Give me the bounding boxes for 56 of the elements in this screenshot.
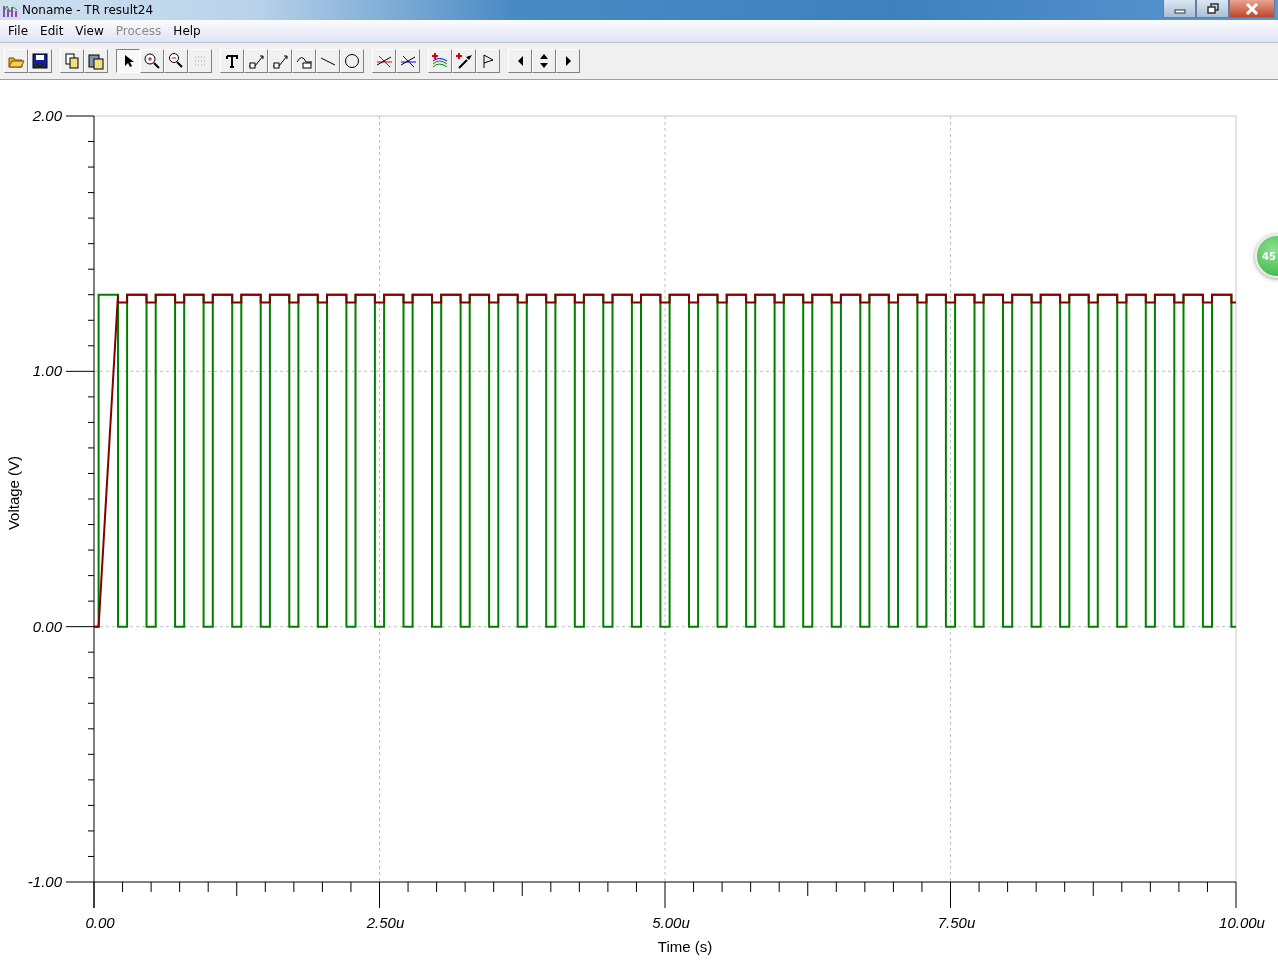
circle-icon [343,52,361,70]
zoom-out-tool-button[interactable] [164,49,188,73]
annotation-arrow-icon [247,52,265,70]
x-axis-title: Time (s) [657,938,713,955]
y-tick-label: 0.00 [32,617,62,635]
add-trace-tool-button[interactable] [428,49,452,73]
x-tick-label: 2.50u [366,914,405,931]
menu-item[interactable]: Edit [34,24,70,38]
curve-label-tool-button[interactable] [292,49,316,73]
left-arrow-tool-button[interactable] [508,49,532,73]
x-tick-label: 10.00u [1219,914,1265,931]
annotation-arrow-icon [271,52,289,70]
menu-item[interactable]: File [2,24,35,38]
close-icon [1245,2,1259,15]
up-down-arrows-tool-button[interactable] [532,49,556,73]
restore-button[interactable] [1196,0,1229,18]
cursor-tool-button[interactable] [396,49,420,73]
x-tick-label: 0.00 [85,914,115,931]
minimize-button[interactable] [1163,0,1196,18]
y-tick-label: -1.00 [27,873,62,890]
up-down-arrows-icon [540,54,548,68]
menu-item[interactable]: Help [167,24,207,38]
probe-tool-button[interactable] [452,49,476,73]
right-arrow-tool-button[interactable] [556,49,580,73]
annotation-arrow-tool-button[interactable] [244,49,268,73]
folder-tool-button[interactable] [4,49,28,73]
pointer-tool-button[interactable] [116,49,140,73]
menu-item[interactable]: View [69,24,110,38]
close-button[interactable] [1229,0,1275,18]
text-tool-tool-button[interactable] [220,49,244,73]
y-axis-title: Voltage (V) [5,455,22,531]
left-arrow-icon [517,56,523,66]
y-tick-label: 1.00 [32,362,62,380]
paste-tool-button[interactable] [84,49,108,73]
grid-tool-button[interactable] [188,49,212,73]
line-tool-button[interactable] [316,49,340,73]
copy-icon [63,52,81,70]
y-tick-label: 2.00 [32,107,62,124]
add-trace-icon [431,52,449,70]
floppy-disk-tool-button[interactable] [28,49,52,73]
zoom-in-tool-button[interactable] [140,49,164,73]
circle-tool-button[interactable] [340,49,364,73]
window-title: Noname - TR result24 [22,3,153,17]
copy-tool-button[interactable] [60,49,84,73]
annotation-arrow-tool-button[interactable] [268,49,292,73]
right-arrow-icon [565,56,571,66]
restore-icon [1206,3,1219,14]
text-tool-icon [223,52,241,70]
x-tick-label: 7.50u [937,914,976,931]
zoom-out-icon [167,52,185,70]
paste-icon [87,52,105,70]
flag-tool-button[interactable] [476,49,500,73]
zoom-in-icon [143,52,161,70]
probe-icon [455,52,473,70]
cursor-tool-button[interactable] [372,49,396,73]
x-tick-label: 5.00u [652,914,690,931]
